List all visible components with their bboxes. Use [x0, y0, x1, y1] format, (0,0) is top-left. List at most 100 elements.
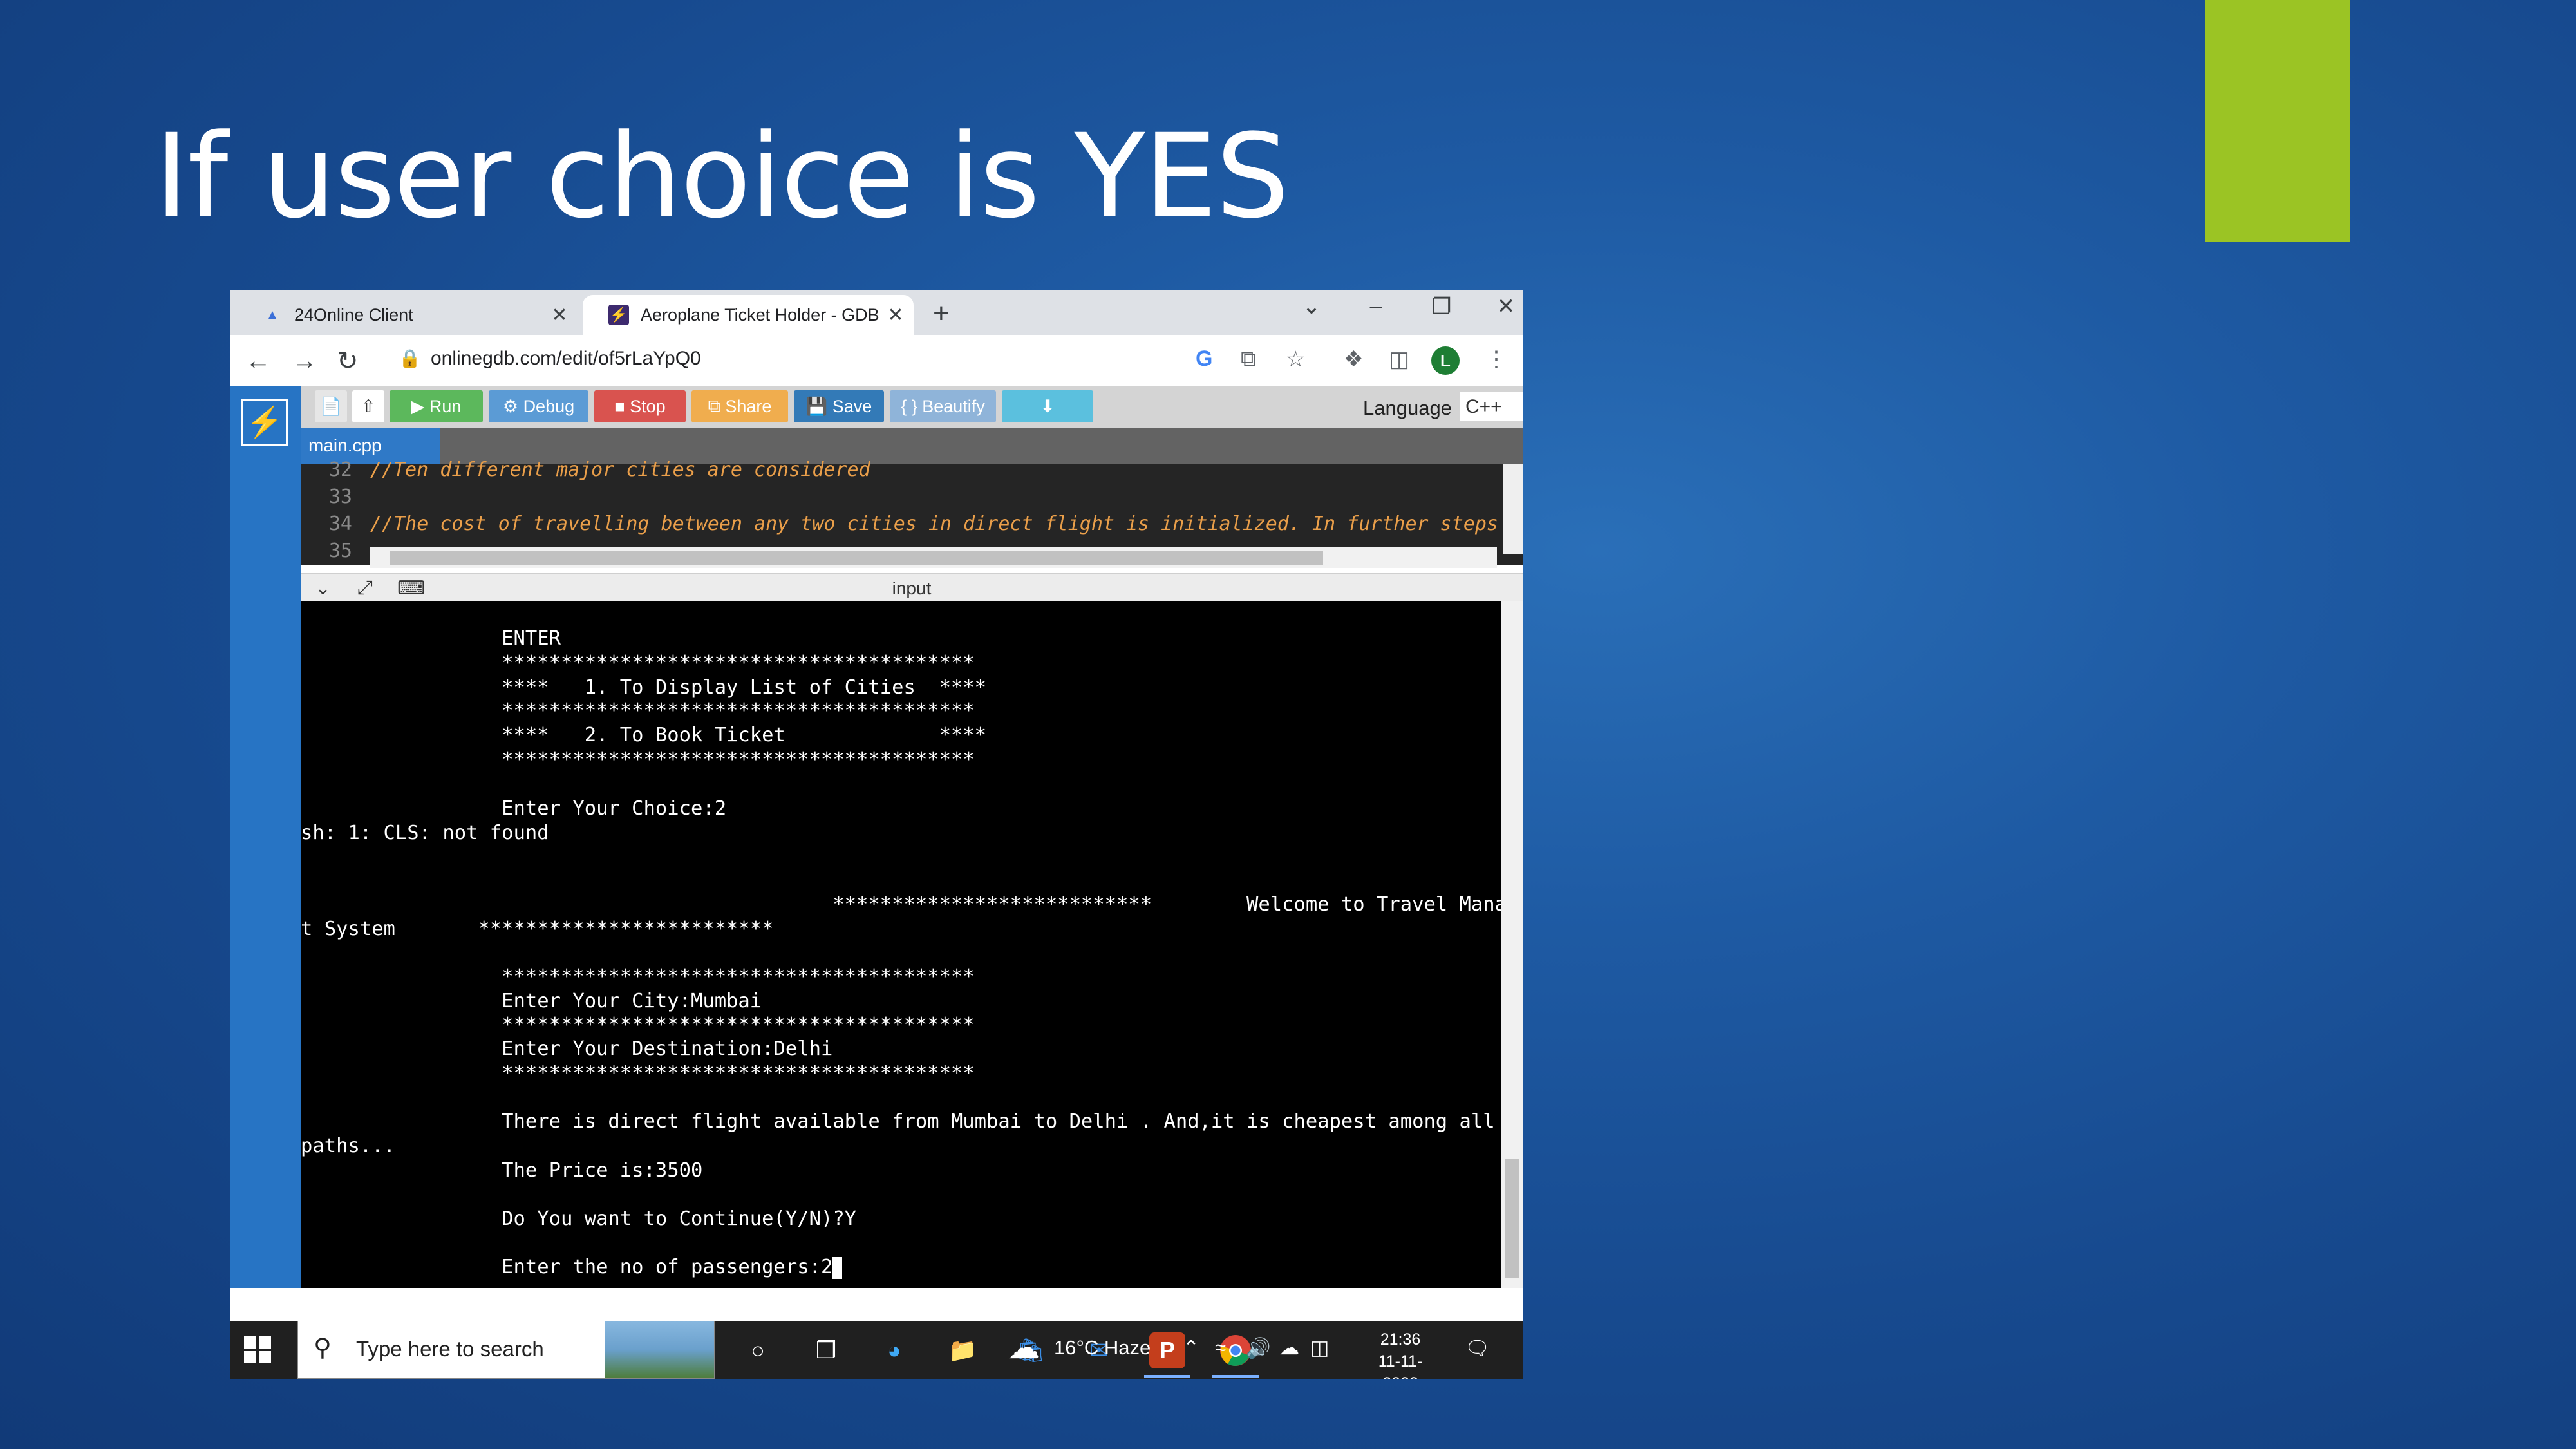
taskbar-search-box[interactable]: ⚲ Type here to search	[297, 1321, 715, 1379]
code-text: //Ten different major cities are conside…	[370, 459, 870, 481]
language-select[interactable]: C++⌄	[1460, 392, 1523, 421]
profile-avatar[interactable]: L	[1431, 346, 1460, 375]
editor-horizontal-scrollbar[interactable]	[370, 547, 1497, 568]
stop-button[interactable]: ■ Stop	[594, 390, 686, 422]
share-icon[interactable]: ⧉	[1241, 346, 1256, 372]
run-button[interactable]: ▶ Run	[390, 390, 483, 422]
tab-aeroplane-ticket-holder[interactable]: ⚡ Aeroplane Ticket Holder - GDB o ✕	[583, 295, 914, 335]
debug-label: Debug	[523, 396, 575, 416]
close-icon[interactable]: ✕	[548, 304, 571, 327]
console-line: paths...	[301, 1135, 395, 1157]
powerpoint-icon[interactable]: P	[1149, 1332, 1185, 1368]
line-number: 35	[328, 540, 352, 562]
onedrive-cloud-icon[interactable]: ☁	[1279, 1336, 1299, 1359]
side-panel-icon[interactable]: ◫	[1389, 346, 1409, 372]
weather-cloud-icon: ☁	[1008, 1329, 1040, 1365]
taskbar-clock[interactable]: 21:36 11-11-2022	[1362, 1329, 1439, 1379]
more-menu-icon[interactable]: ⋮	[1485, 346, 1507, 372]
save-button[interactable]: 💾 Save	[794, 390, 884, 422]
clear-console-icon[interactable]: ⌨	[397, 577, 425, 600]
gdb-menu-bolt-icon[interactable]: ⚡	[241, 399, 288, 446]
gdb-left-sidebar: ⚡	[230, 386, 301, 1288]
slide-title: If user choice is YES	[155, 109, 1290, 244]
edge-browser-icon[interactable]: ◕	[876, 1332, 912, 1368]
lock-icon: 🔒	[399, 348, 421, 368]
console-output[interactable]: ENTER **********************************…	[301, 601, 1523, 1288]
editor-vertical-scrollbar[interactable]	[1503, 464, 1523, 554]
windows-taskbar: ⚲ Type here to search ○ ❐ ◕ 📁 🛍 ✉ P ☁ 16…	[230, 1321, 1523, 1379]
cortana-circle-icon[interactable]: ○	[740, 1332, 776, 1368]
console-line: Enter Your Destination:Delhi	[301, 1037, 833, 1060]
console-line: ****************************************	[301, 699, 975, 722]
tab-search-chevron-icon[interactable]: ⌄	[1292, 294, 1331, 319]
stop-label: Stop	[630, 396, 666, 416]
restore-icon[interactable]: ❐	[1422, 294, 1461, 319]
search-highlight-image	[605, 1321, 714, 1378]
line-number: 33	[328, 486, 352, 508]
active-app-indicator	[1144, 1375, 1190, 1378]
console-line: There is direct flight available from Mu…	[301, 1110, 1523, 1133]
new-tab-plus-icon[interactable]: +	[933, 298, 950, 330]
console-line: ****************************************	[301, 965, 975, 988]
task-view-icon[interactable]: ❐	[808, 1332, 844, 1368]
reload-icon[interactable]: ↻	[337, 346, 359, 376]
console-input-line[interactable]: Enter the no of passengers:2	[301, 1256, 843, 1280]
address-bar-row: ← → ↻ 🔒 onlinegdb.com/edit/of5rLaYpQ0 G …	[230, 335, 1523, 387]
volume-icon[interactable]: 🔊	[1246, 1336, 1271, 1360]
console-line: Enter the no of passengers:2	[301, 1256, 833, 1278]
code-line: 34 //The cost of travelling between any t…	[301, 513, 1523, 540]
show-hidden-icons-chevron-icon[interactable]: ⌃	[1183, 1336, 1199, 1359]
collapse-chevron-icon[interactable]: ⌄	[315, 577, 331, 600]
console-line: ENTER	[301, 627, 561, 650]
console-line: Enter Your Choice:2	[301, 797, 727, 820]
extensions-puzzle-icon[interactable]: ❖	[1344, 346, 1363, 372]
windows-start-icon[interactable]	[244, 1336, 271, 1367]
close-icon[interactable]: ✕	[884, 304, 907, 327]
window-close-icon[interactable]: ✕	[1487, 294, 1523, 319]
console-scrollbar[interactable]	[1501, 601, 1523, 1288]
beautify-button[interactable]: { } Beautify	[890, 390, 996, 422]
scrollbar-thumb[interactable]	[1505, 1159, 1519, 1278]
new-file-icon[interactable]: 📄	[315, 390, 347, 422]
console-line: *************************** Welcome to T…	[301, 893, 1523, 916]
console-line: ****************************************	[301, 1014, 975, 1036]
scrollbar-thumb[interactable]	[390, 551, 1323, 565]
back-arrow-icon[interactable]: ←	[245, 346, 271, 375]
console-line: Do You want to Continue(Y/N)?Y	[301, 1208, 857, 1230]
clock-time: 21:36	[1380, 1331, 1421, 1349]
browser-screenshot: ▲ 24Online Client ✕ ⚡ Aeroplane Ticket H…	[230, 290, 1523, 1379]
active-app-indicator	[1212, 1375, 1259, 1378]
upload-icon[interactable]: ⇧	[352, 390, 384, 422]
save-label: Save	[832, 396, 872, 416]
clock-date: 11-11-2022	[1378, 1352, 1423, 1379]
minimize-icon[interactable]: –	[1357, 294, 1395, 319]
tab-24online[interactable]: ▲ 24Online Client ✕	[236, 295, 578, 335]
line-number: 34	[328, 513, 352, 535]
console-line: t System *************************	[301, 918, 774, 940]
forward-arrow-icon[interactable]: →	[292, 346, 317, 375]
language-value: C++	[1465, 396, 1502, 417]
download-icon[interactable]: ⬇	[1002, 390, 1093, 422]
gdb-toolbar: 📄 ⇧ ▶ Run ⚙ Debug ■ Stop ⧉ Share 💾 Save …	[301, 386, 1523, 428]
language-label: Language	[1363, 397, 1452, 419]
run-label: Run	[429, 396, 462, 416]
wifi-icon[interactable]: ≈	[1215, 1336, 1226, 1359]
debug-button[interactable]: ⚙ Debug	[489, 390, 588, 422]
beautify-label: { } Beautify	[901, 396, 985, 416]
tab-label: 24Online Client	[294, 305, 413, 325]
notification-center-icon[interactable]: 🗨	[1465, 1336, 1490, 1360]
line-number: 32	[328, 459, 352, 481]
google-lens-g-icon[interactable]: G	[1196, 346, 1212, 372]
weather-text[interactable]: 16°C Haze	[1054, 1336, 1151, 1359]
file-explorer-icon[interactable]: 📁	[945, 1332, 981, 1368]
url-field[interactable]: onlinegdb.com/edit/of5rLaYpQ0	[431, 348, 701, 370]
expand-arrows-icon[interactable]: ⤢	[357, 577, 373, 599]
console-line: ****************************************	[301, 748, 975, 771]
bookmark-star-icon[interactable]: ☆	[1286, 346, 1305, 372]
battery-icon[interactable]: ◫	[1310, 1336, 1329, 1359]
console-line: **** 2. To Book Ticket ****	[301, 724, 987, 746]
share-button[interactable]: ⧉ Share	[691, 390, 788, 422]
console-line: sh: 1: CLS: not found	[301, 822, 549, 844]
onlinegdb-bolt-icon: ⚡	[608, 305, 629, 325]
console-line: ****************************************	[301, 1062, 975, 1084]
